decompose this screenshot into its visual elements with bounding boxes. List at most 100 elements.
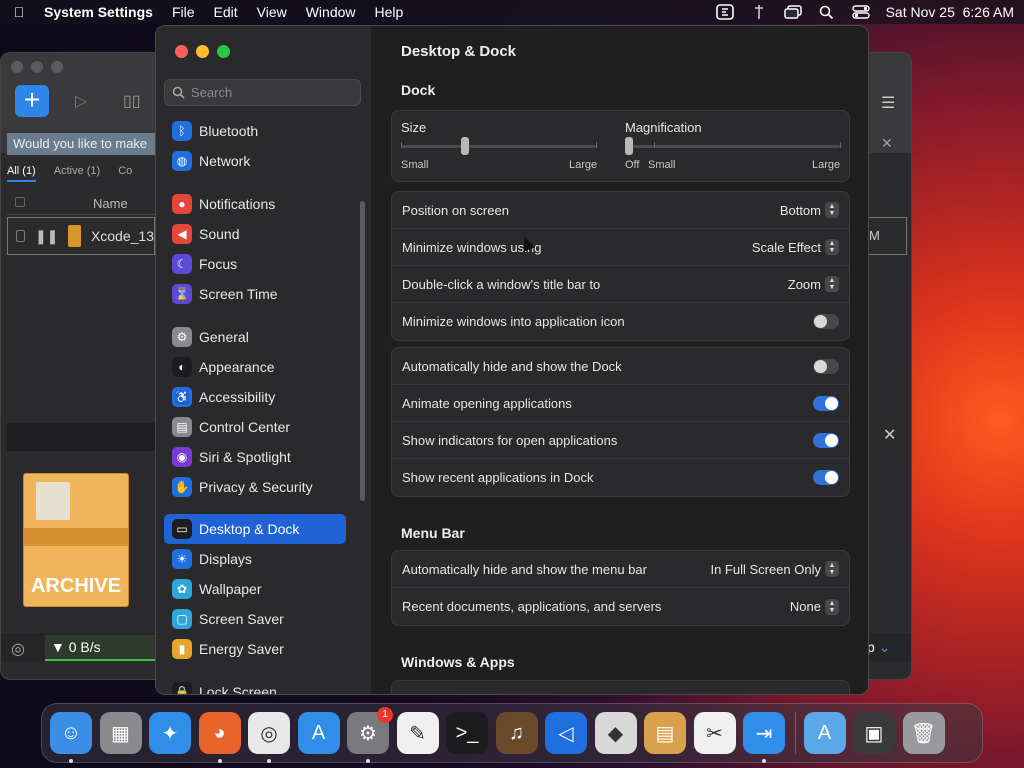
system-settings-icon[interactable]: ⚙ 1 (347, 707, 393, 763)
transmit-status-icon[interactable] (715, 4, 734, 20)
sidebar-item-control-center[interactable]: ▤ Control Center (164, 412, 346, 442)
applications-folder-icon[interactable]: A (803, 712, 846, 754)
close-button[interactable] (175, 45, 188, 58)
menu-window[interactable]: Window (306, 4, 356, 20)
sidebar-item-network[interactable]: ◍ Network (164, 146, 346, 176)
app-store-icon[interactable]: A (297, 712, 340, 754)
sidebar-item-privacy-security[interactable]: ✋ Privacy & Security (164, 472, 346, 502)
wallpaper-icon: ✿ (172, 579, 192, 599)
magnification-slider-track[interactable] (625, 145, 840, 148)
vscode-icon[interactable]: ◁ (545, 712, 587, 754)
downloads-stack-icon[interactable]: ▣ (853, 712, 895, 754)
trash-icon[interactable]: 🗑 (902, 712, 945, 754)
magnification-slider-knob[interactable] (625, 137, 633, 155)
menu-file[interactable]: File (172, 4, 195, 20)
size-slider-knob[interactable] (461, 137, 470, 155)
detail-close-icon[interactable]: ✕ (883, 425, 896, 445)
search-field[interactable] (164, 79, 361, 106)
animate-opening-applications-toggle[interactable] (813, 395, 839, 411)
menu-view[interactable]: View (257, 4, 287, 20)
status-area: Sat Nov 25 6:26 AM (715, 4, 1014, 20)
sidebar-item-screen-time[interactable]: ⌛ Screen Time (164, 279, 346, 309)
add-button[interactable]: + (15, 85, 49, 117)
row-filename: Xcode_13 (90, 228, 154, 244)
row-checkbox[interactable] (16, 230, 25, 242)
list-menu-icon[interactable]: ☰ (881, 93, 895, 113)
size-slider-track[interactable] (401, 145, 596, 148)
roblox-icon[interactable]: ◆ (594, 712, 637, 754)
archive-utility-icon[interactable]: ▤ (644, 712, 686, 754)
control-center-icon[interactable] (851, 4, 870, 20)
page-title: Desktop & Dock (401, 43, 517, 60)
windows-icon[interactable] (783, 4, 802, 20)
launchpad-icon[interactable]: ▦ (99, 712, 142, 754)
notice-close-icon[interactable]: ✕ (881, 135, 893, 152)
select-all-checkbox[interactable] (15, 197, 25, 207)
tab-active[interactable]: Active (1) (54, 165, 100, 182)
position-on-screen-popup[interactable]: Bottom ▲ ▼ (780, 202, 839, 218)
sidebar-group: ● Notifications ◀ Sound ☾ Focus ⌛ Screen Time (164, 189, 346, 309)
finder-icon[interactable]: ☺ (50, 712, 92, 763)
sidebar-item-focus[interactable]: ☾ Focus (164, 249, 346, 279)
automatically-hide-and-show-the-menu-bar-popup[interactable]: In Full Screen Only ▲ ▼ (710, 561, 839, 577)
sidebar-item-siri-spotlight[interactable]: ◉ Siri & Spotlight (164, 442, 346, 472)
sidebar-item-accessibility[interactable]: ♿ Accessibility (164, 382, 346, 412)
minimize-windows-using-popup[interactable]: Scale Effect ▲ ▼ (752, 239, 839, 255)
tab-all[interactable]: All (1) (7, 165, 36, 182)
sidebar-item-notifications[interactable]: ● Notifications (164, 189, 346, 219)
speed-limit-icon[interactable]: ◎ (11, 639, 25, 659)
sidebar-item-displays[interactable]: ☀ Displays (164, 544, 346, 574)
dock-separator (794, 712, 796, 754)
chrome-icon[interactable]: ◎ (248, 712, 290, 763)
section-menu-bar: Menu Bar (401, 525, 465, 541)
sidebar-item-general[interactable]: ⚙ General (164, 322, 346, 352)
automatically-hide-and-show-the-dock-toggle[interactable] (813, 358, 839, 374)
sidebar-item-lock-screen[interactable]: 🔒 Lock Screen (164, 677, 346, 694)
sidebar-item-appearance[interactable]: ◐ Appearance (164, 352, 346, 382)
spotlight-search-icon[interactable] (818, 4, 836, 20)
menu-help[interactable]: Help (375, 4, 404, 20)
table-row[interactable]: ❚❚ Xcode_13 (7, 217, 155, 255)
terminal-icon[interactable]: >_ (446, 712, 488, 754)
firefox-icon[interactable]: ◕ (198, 712, 241, 763)
popup-value: Scale Effect (751, 239, 821, 255)
menu-edit[interactable]: Edit (214, 4, 238, 20)
sidebar-item-screen-saver[interactable]: ▢ Screen Saver (164, 604, 346, 634)
pin-icon[interactable] (750, 4, 768, 20)
dock-glyph: ▦ (111, 722, 130, 745)
column-name[interactable]: Name (93, 196, 128, 211)
pause-icon[interactable]: ❚❚ (35, 228, 58, 245)
moon-icon: ☾ (172, 254, 192, 274)
chevron-up-down-icon: ▲ ▼ (825, 276, 839, 292)
transmit-icon[interactable]: ⇥ (743, 712, 785, 763)
instruments-icon[interactable]: ♫ (495, 712, 538, 754)
columns-icon[interactable]: ▯▯ (123, 91, 141, 111)
setting-row-minimize-windows-into-application-icon: Minimize windows into application icon (392, 303, 849, 340)
menubar-clock[interactable]: Sat Nov 25 6:26 AM (886, 4, 1014, 20)
search-input[interactable] (191, 85, 351, 100)
recent-documents-applications-and-servers-popup[interactable]: None ▲ ▼ (790, 598, 839, 615)
minimize-button[interactable] (196, 45, 209, 58)
apple-menu-icon[interactable]:  (10, 4, 28, 20)
tab-completed[interactable]: Co (118, 165, 132, 182)
sidebar-item-bluetooth[interactable]: ᛒ Bluetooth (164, 116, 346, 146)
start-icon[interactable]: ▷ (75, 91, 87, 111)
sidebar-item-wallpaper[interactable]: ✿ Wallpaper (164, 574, 346, 604)
textedit-icon[interactable]: ✎ (396, 712, 439, 754)
sidebar-scrollbar[interactable] (360, 201, 365, 501)
sidebar-item-sound[interactable]: ◀ Sound (164, 219, 346, 249)
sidebar-item-label: Displays (199, 551, 252, 567)
dock-icon: ▭ (172, 519, 192, 539)
zoom-button[interactable] (217, 45, 230, 58)
capcut-icon[interactable]: ✂ (693, 712, 736, 754)
sidebar-item-desktop-dock[interactable]: ▭ Desktop & Dock (164, 514, 346, 544)
double-click-a-window-s-title-bar-to-popup[interactable]: Zoom ▲ ▼ (788, 276, 839, 292)
show-recent-applications-in-dock-toggle[interactable] (813, 470, 839, 485)
minimize-windows-into-application-icon-toggle[interactable] (813, 314, 839, 329)
magnification-min-label: Small (648, 159, 676, 171)
menu-bar:  System Settings File Edit View Window … (0, 0, 1024, 24)
safari-icon[interactable]: ✦ (149, 712, 191, 754)
show-indicators-for-open-applications-toggle[interactable] (813, 432, 839, 448)
app-menu[interactable]: System Settings (44, 4, 153, 20)
sidebar-item-energy-saver[interactable]: ▮ Energy Saver (164, 634, 346, 664)
